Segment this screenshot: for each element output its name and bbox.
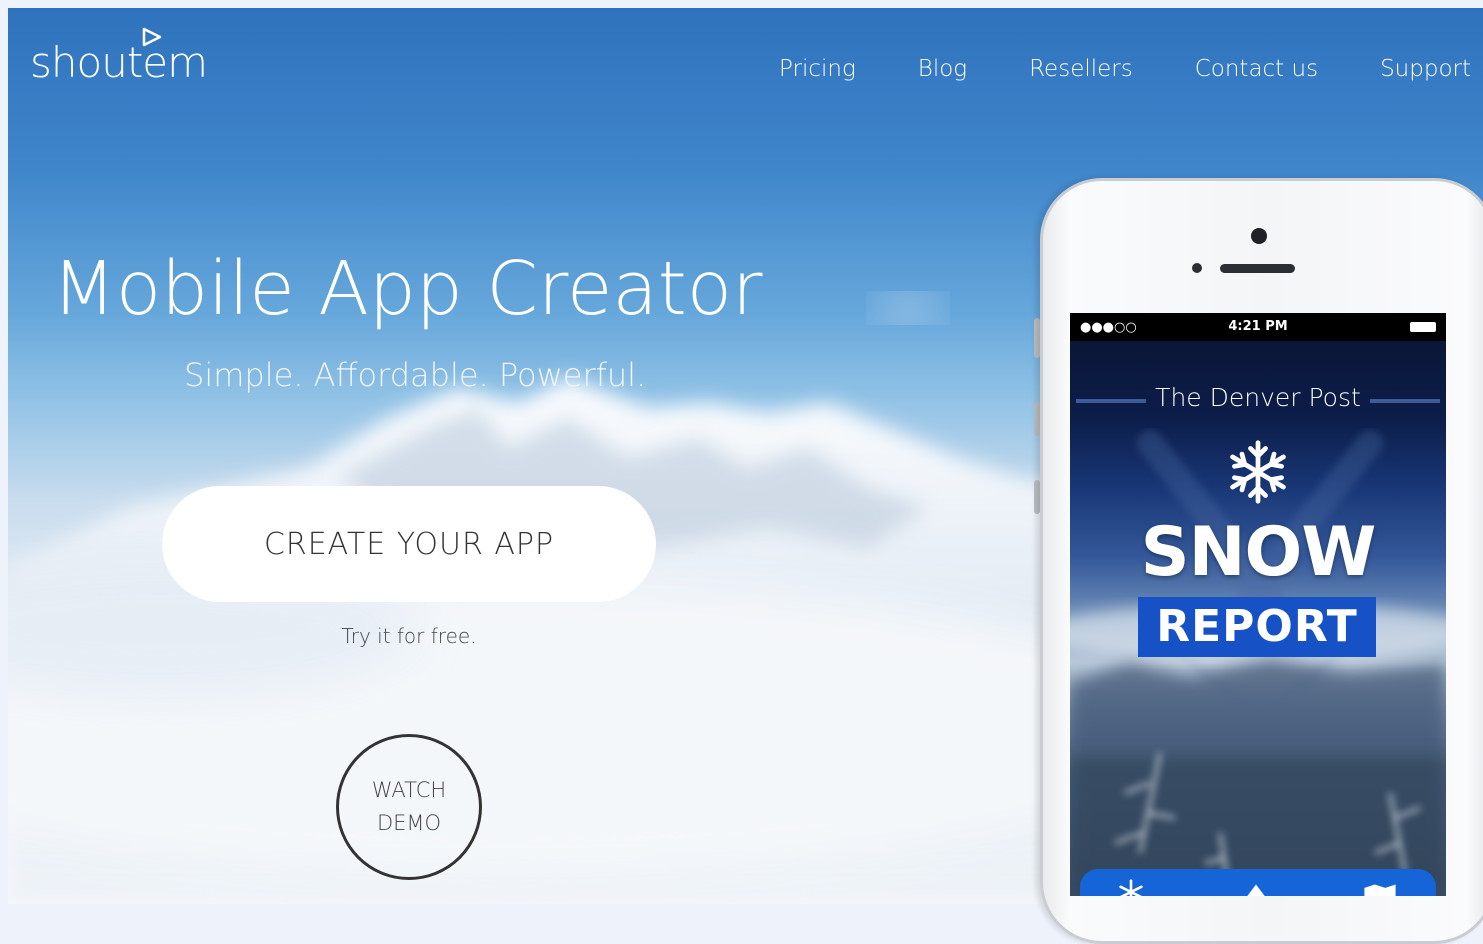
hero-title: Mobile App Creator [52, 246, 763, 332]
snow-headline: SNOW [1140, 513, 1377, 592]
nav-blog[interactable]: Blog [918, 56, 967, 82]
try-free-note: Try it for free. [341, 624, 477, 648]
app-tab-bar [1080, 869, 1436, 896]
watch-demo-line-2: DEMO [376, 811, 442, 835]
report-headline: REPORT [1138, 597, 1376, 657]
nav-contact-us[interactable]: Contact us [1195, 56, 1318, 82]
create-your-app-button[interactable]: CREATE YOUR APP [162, 486, 656, 602]
status-bar: ●●●○○ 4:21 PM [1070, 313, 1446, 341]
phone-camera [1251, 228, 1267, 244]
nav-support[interactable]: Support [1380, 56, 1471, 82]
snowflake-icon [1230, 440, 1286, 504]
phone-screen: ●●●○○ 4:21 PM The Denver Post SNOW REPOR… [1070, 313, 1446, 896]
logo-triangle-icon [142, 27, 162, 47]
shoutem-logo[interactable]: shoutem [30, 38, 208, 87]
phone-sensor [1192, 263, 1202, 273]
watch-demo-button[interactable]: WATCH DEMO [336, 734, 482, 880]
phone-speaker [1220, 264, 1295, 273]
nav-resellers[interactable]: Resellers [1029, 56, 1133, 82]
tab-map-icon[interactable] [1362, 881, 1398, 896]
main-nav: Pricing Blog Resellers Contact us Suppor… [717, 56, 1471, 82]
hero-subtitle: Simple. Affordable. Powerful. [184, 356, 647, 394]
tab-mountain-icon[interactable] [1238, 881, 1274, 896]
watch-demo-line-1: WATCH [371, 778, 447, 802]
tab-snowflake-icon[interactable] [1118, 879, 1144, 896]
nav-pricing[interactable]: Pricing [779, 56, 856, 82]
logo-text: shoutem [30, 38, 208, 87]
app-title: The Denver Post [1155, 383, 1361, 412]
battery-icon [1410, 322, 1436, 332]
status-time: 4:21 PM [1228, 319, 1288, 334]
